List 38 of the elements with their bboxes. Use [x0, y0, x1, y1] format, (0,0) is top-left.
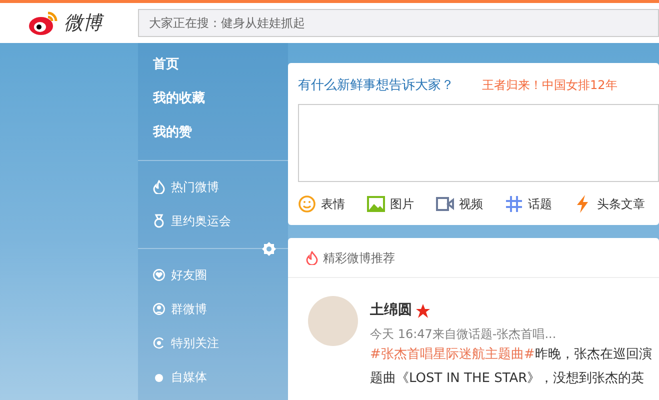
toolbar-button[interactable]: 表情: [298, 194, 345, 212]
search-field[interactable]: 大家正在搜：健身从娃娃抓起: [138, 9, 659, 37]
eye-icon: [153, 336, 165, 350]
picture-icon: [367, 194, 385, 212]
flame-icon: [306, 250, 318, 264]
hash-icon: [505, 194, 523, 212]
nav-item[interactable]: 首页: [138, 48, 288, 82]
logo-text: 微博: [64, 10, 102, 36]
nav-item[interactable]: 我的收藏: [138, 82, 288, 116]
nav-item[interactable]: 群微博: [138, 292, 288, 326]
medal-icon: [153, 214, 165, 228]
post-input-field[interactable]: [298, 104, 659, 182]
toolbar-button[interactable]: 视频: [436, 194, 483, 212]
author-name[interactable]: 土绵圆: [370, 300, 412, 321]
avatar: [308, 296, 358, 346]
post-text: #张杰首唱星际迷航主题曲#昨晚，张杰在巡回演: [370, 346, 652, 364]
composer-prompt: 有什么新鲜事想告诉大家？: [298, 77, 454, 95]
trending-link[interactable]: 王者归来！中国女排12年: [482, 76, 618, 96]
smiley-icon: [298, 194, 316, 212]
toolbar-button[interactable]: 话题: [505, 194, 552, 212]
nav-item[interactable]: 自媒体: [138, 360, 288, 394]
nav-item[interactable]: 热门微博: [138, 170, 288, 204]
feed-title: 精彩微博推荐: [323, 250, 395, 266]
toolbar-button[interactable]: 头条文章: [574, 194, 645, 212]
person-icon: [153, 302, 165, 316]
star-icon: [416, 304, 430, 318]
topic-link[interactable]: #张杰首唱星际迷航主题曲#: [370, 347, 535, 362]
post-text: 题曲《LOST IN THE STAR》，没想到张杰的英: [370, 370, 646, 388]
nav-item[interactable]: 我的赞: [138, 116, 288, 150]
post-time: 今天 16:47来自微话题-张杰首唱...: [370, 326, 558, 343]
flame-icon: [153, 180, 165, 194]
nav-item[interactable]: 里约奥运会: [138, 204, 288, 238]
video-camera-icon: [436, 194, 454, 212]
nav-item[interactable]: 特别关注: [138, 326, 288, 360]
settings-icon[interactable]: [262, 242, 276, 256]
nav-item[interactable]: 好友圈: [138, 258, 288, 292]
logo-icon: [28, 9, 60, 37]
toolbar-button[interactable]: 图片: [367, 194, 414, 212]
